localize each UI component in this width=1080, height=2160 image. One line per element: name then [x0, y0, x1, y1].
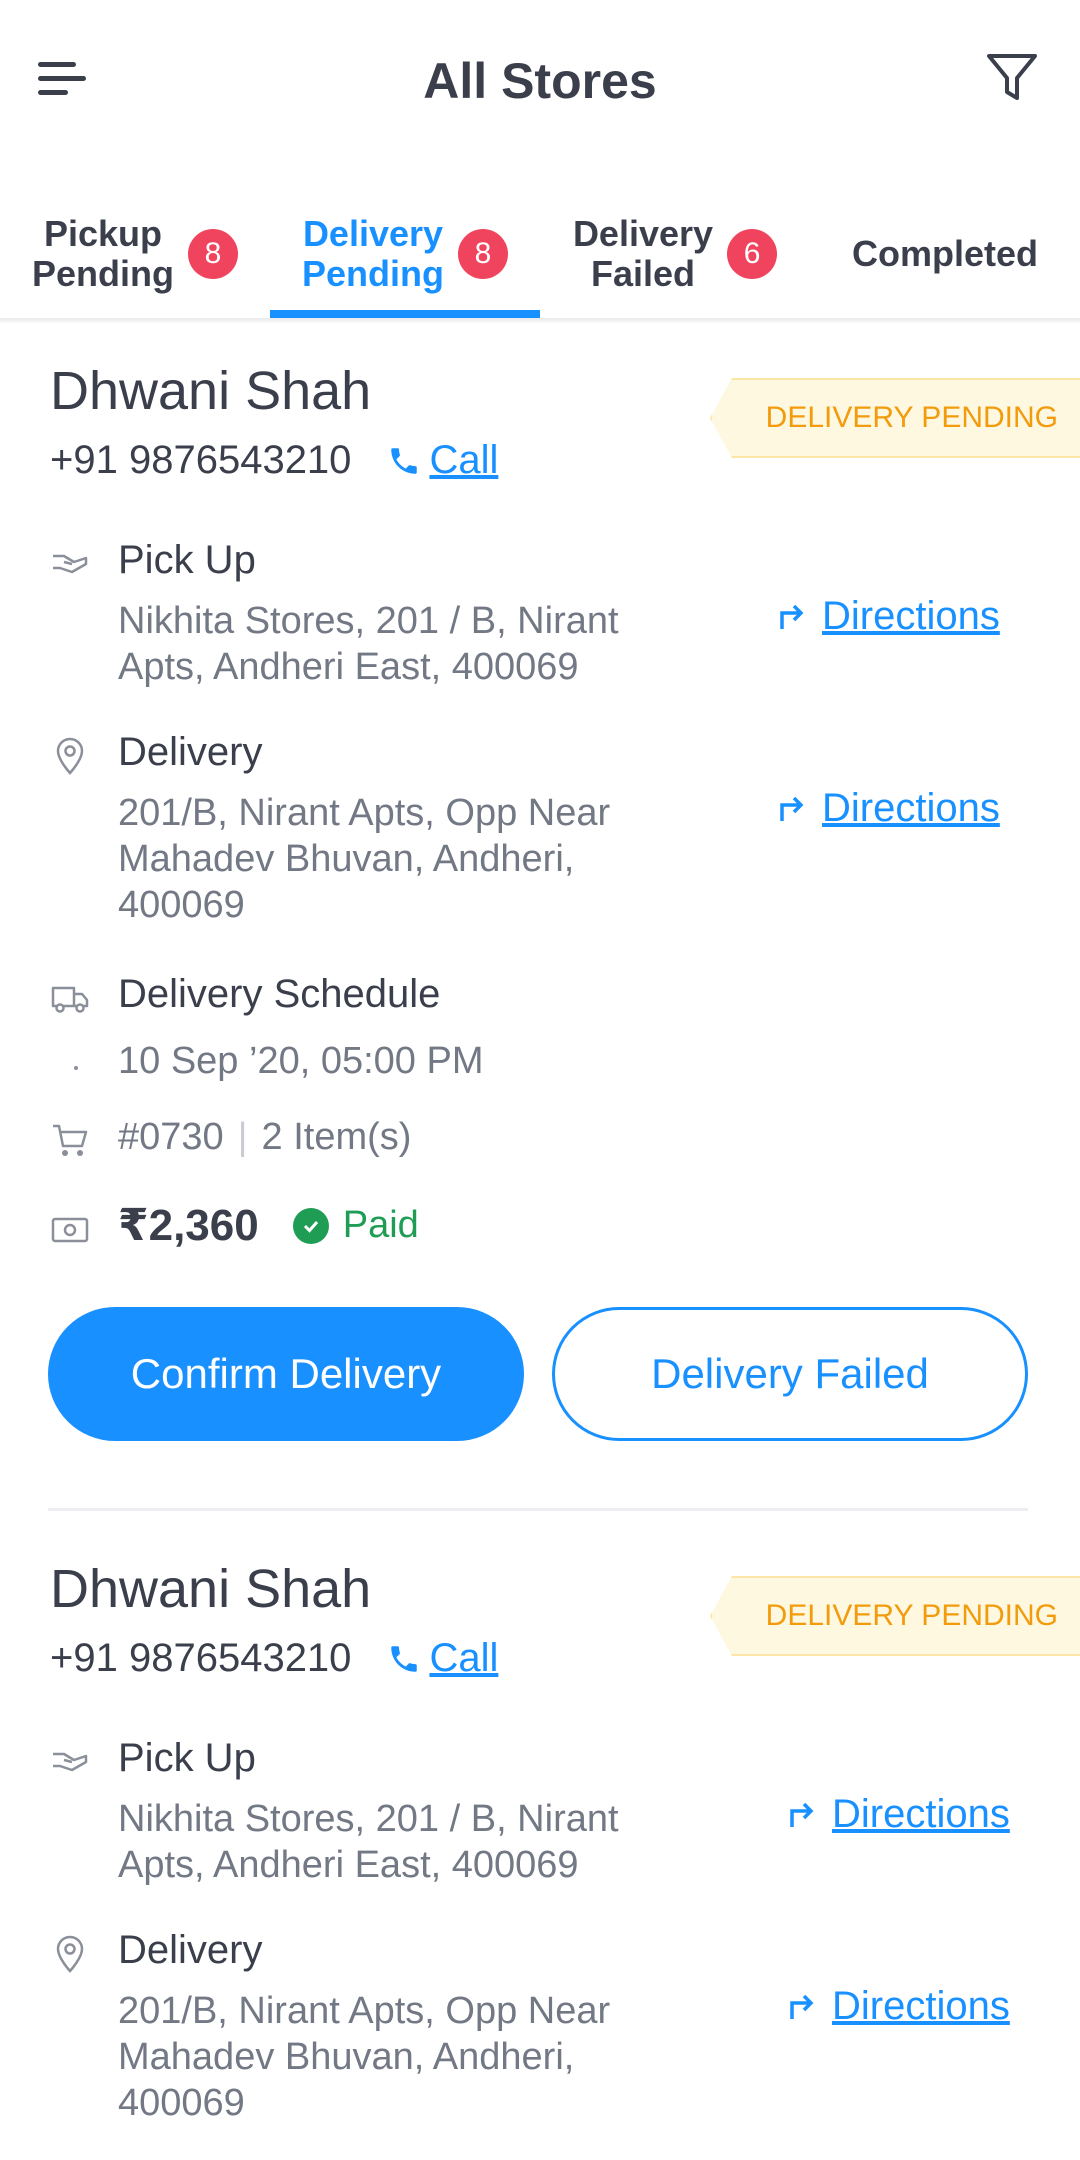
cash-icon: [51, 1217, 89, 1243]
status-badge: DELIVERY PENDING: [710, 1576, 1080, 1656]
tabs-divider: [0, 318, 1080, 324]
turn-right-arrow-icon: [780, 796, 804, 821]
card-divider: [48, 1508, 1028, 1511]
delivery-directions-link[interactable]: Directions: [786, 1984, 1010, 2029]
delivery-section: Delivery 201/B, Nirant Apts, Opp Near Ma…: [50, 730, 1050, 940]
tab-label: Completed: [851, 233, 1038, 274]
filter-icon[interactable]: [984, 50, 1040, 106]
payment-status: Paid: [292, 1204, 419, 1247]
check-circle-icon: [292, 1207, 329, 1244]
pickup-address: Nikhita Stores, 201 / B, Nirant Apts, An…: [118, 1798, 619, 1886]
bullet-dot: [74, 1066, 78, 1070]
pickup-title: Pick Up: [118, 1736, 256, 1780]
pickup-title: Pick Up: [118, 538, 256, 582]
pickup-address: Nikhita Stores, 201 / B, Nirant Apts, An…: [118, 600, 619, 688]
order-card: Dhwani Shah DELIVERY PENDING +91 9876543…: [0, 1558, 1080, 2160]
separator: |: [237, 1116, 248, 1158]
truck-icon: [51, 986, 89, 1013]
call-link[interactable]: Call: [387, 1636, 498, 1681]
tab-delivery-failed[interactable]: Delivery Failed 6: [540, 190, 810, 318]
count-badge: 8: [188, 229, 238, 279]
tab-label: Delivery Pending: [302, 213, 444, 294]
status-tabs: Pickup Pending 8 Delivery Pending 8 Delive…: [0, 190, 1080, 318]
pickup-section: Pick Up Nikhita Stores, 201 / B, Nirant …: [50, 1736, 1050, 1906]
app-bar: All Stores: [0, 0, 1080, 160]
item-count: 2 Item(s): [261, 1116, 412, 1158]
amount-row: ₹2,360 Paid: [118, 1200, 419, 1251]
delivery-address: 201/B, Nirant Apts, Opp Near Mahadev Bhu…: [118, 1990, 611, 2124]
delivery-title: Delivery: [118, 1928, 263, 1972]
phone-number: +91 9876543210: [50, 1636, 352, 1680]
delivery-directions-link[interactable]: Directions: [776, 786, 1000, 831]
tab-pickup-pending[interactable]: Pickup Pending 8: [0, 190, 270, 318]
phone-row: +91 9876543210 Call: [50, 1636, 498, 1681]
phone-number: +91 9876543210: [50, 438, 352, 482]
phone-icon: [391, 447, 418, 474]
call-link[interactable]: Call: [387, 438, 498, 483]
pickup-directions-link[interactable]: Directions: [786, 1792, 1010, 1837]
location-pin-icon: [56, 737, 84, 775]
confirm-delivery-button[interactable]: Confirm Delivery: [48, 1307, 524, 1441]
tab-label: Delivery Failed: [572, 213, 714, 294]
hand-package-icon: [53, 554, 88, 574]
turn-right-arrow-icon: [790, 1994, 814, 2019]
phone-icon: [391, 1645, 418, 1672]
count-badge: 6: [727, 229, 778, 279]
tab-completed[interactable]: Completed: [810, 190, 1080, 318]
customer-name: Dhwani Shah: [50, 1559, 372, 1619]
customer-name: Dhwani Shah: [50, 361, 372, 421]
order-amount: ₹2,360: [118, 1201, 259, 1250]
schedule-section: Delivery Schedule 10 Sep ’20, 05:00 PM: [50, 972, 1050, 1092]
location-pin-icon: [56, 1935, 84, 1973]
order-summary: #0730 | 2 Item(s): [118, 1116, 411, 1159]
pickup-directions-link[interactable]: Directions: [776, 594, 1000, 639]
order-card: Dhwani Shah DELIVERY PENDING +91 9876543…: [0, 360, 1080, 1510]
delivery-section: Delivery 201/B, Nirant Apts, Opp Near Ma…: [50, 1928, 1050, 2138]
delivery-title: Delivery: [118, 730, 263, 774]
tab-label: Pickup Pending: [32, 213, 174, 294]
order-id: #0730: [118, 1116, 224, 1158]
schedule-value: 10 Sep ’20, 05:00 PM: [118, 1040, 484, 1082]
count-badge: 8: [458, 229, 508, 279]
delivery-address: 201/B, Nirant Apts, Opp Near Mahadev Bhu…: [118, 792, 611, 926]
cart-icon: [53, 1124, 88, 1156]
schedule-title: Delivery Schedule: [118, 972, 441, 1016]
page-title: All Stores: [423, 53, 657, 109]
delivery-failed-button[interactable]: Delivery Failed: [552, 1307, 1028, 1441]
hand-package-icon: [53, 1752, 88, 1772]
tab-delivery-pending[interactable]: Delivery Pending 8: [270, 190, 540, 318]
phone-row: +91 9876543210 Call: [50, 438, 498, 483]
status-badge: DELIVERY PENDING: [710, 378, 1080, 458]
turn-right-arrow-icon: [790, 1802, 814, 1827]
turn-right-arrow-icon: [780, 604, 804, 629]
pickup-section: Pick Up Nikhita Stores, 201 / B, Nirant …: [50, 538, 1050, 708]
